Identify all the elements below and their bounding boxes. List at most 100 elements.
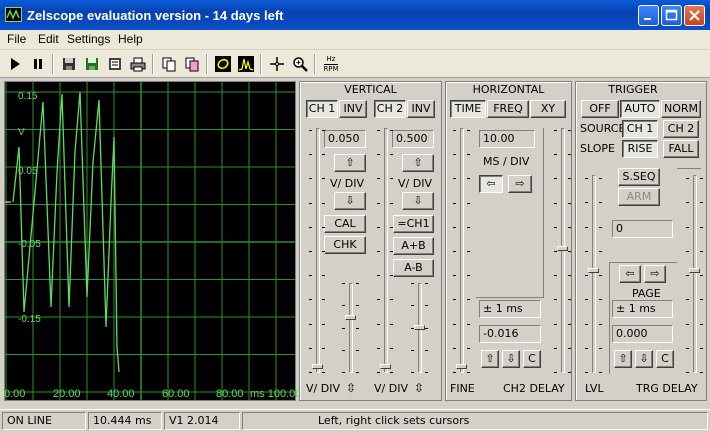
ch1-fine-thumb[interactable] [345, 315, 356, 320]
trigger-delay-thumb[interactable] [689, 268, 700, 273]
slope-fall-button[interactable]: FALL [663, 140, 699, 158]
tab-time[interactable]: TIME [450, 100, 486, 118]
page-right-button[interactable]: ⇨ [644, 265, 666, 283]
sseq-button[interactable]: S.SEQ [618, 168, 660, 186]
paste-icon[interactable] [181, 53, 203, 75]
copy-icon[interactable] [158, 53, 180, 75]
title-bar: Zelscope evaluation version - 14 days le… [0, 0, 710, 30]
trigger-auto-button[interactable]: AUTO [620, 100, 660, 118]
slider-tick [377, 347, 380, 349]
scope-display[interactable] [4, 81, 296, 401]
ch2-inv-button[interactable]: INV [407, 100, 435, 118]
delay-down-button[interactable]: ⇩ [502, 350, 520, 368]
slider-tick [411, 305, 414, 307]
y-tick-3: -0.15 [18, 314, 41, 325]
ch1-position-thumb[interactable] [312, 364, 323, 369]
arm-button[interactable]: ARM [618, 188, 660, 206]
save-as-icon[interactable] [81, 53, 103, 75]
trigger-level-thumb[interactable] [588, 268, 599, 273]
trigger-level-value: 0 [612, 220, 673, 238]
slope-rise-button[interactable]: RISE [622, 140, 658, 158]
a-plus-b-button[interactable]: A+B [393, 237, 434, 255]
slider-tick [342, 283, 345, 284]
pause-button[interactable] [27, 53, 49, 75]
slider-tick [309, 275, 312, 277]
slider-tick [377, 372, 380, 373]
scope-plot[interactable] [5, 82, 295, 400]
ch1-fine-slider[interactable] [349, 283, 353, 373]
trigger-norm-button[interactable]: NORM [661, 100, 701, 118]
trg-delay-down-button[interactable]: ⇩ [635, 350, 653, 368]
ch1-position-slider[interactable] [316, 128, 320, 373]
slider-tick [599, 202, 602, 204]
toolbar: Hz RPM [0, 50, 710, 78]
open-icon[interactable] [104, 53, 126, 75]
tab-freq[interactable]: FREQ [487, 100, 529, 118]
hz-rpm-button[interactable]: Hz RPM [320, 53, 342, 75]
cal-button[interactable]: CAL [324, 215, 366, 233]
slider-tick [425, 283, 428, 284]
menu-edit[interactable]: Edit [38, 32, 59, 46]
ch2-button[interactable]: CH 2 [374, 100, 406, 118]
slider-tick [700, 299, 703, 301]
menu-settings[interactable]: Settings [67, 32, 110, 46]
lvl-label: LVL [585, 382, 604, 395]
spectrum-icon[interactable] [235, 53, 257, 75]
slider-tick [585, 299, 588, 301]
eq-ch1-button[interactable]: =CH1 [393, 215, 434, 233]
minimize-button[interactable] [638, 5, 659, 26]
slider-tick [554, 130, 557, 131]
trg-delay-clear-button[interactable]: C [656, 350, 674, 368]
ch1-inv-button[interactable]: INV [339, 100, 367, 118]
zoom-icon[interactable] [289, 53, 311, 75]
cursor-crosshair-icon[interactable] [266, 53, 288, 75]
a-minus-b-button[interactable]: A-B [393, 259, 434, 277]
ch2-delay-thumb[interactable] [557, 246, 568, 251]
page-label: PAGE [632, 287, 661, 300]
slider-tick [554, 275, 557, 277]
chk-button[interactable]: CHK [324, 236, 366, 254]
slider-tick [411, 372, 414, 373]
trg-delay-up-button[interactable]: ⇧ [614, 350, 632, 368]
slider-tick [322, 251, 325, 252]
delay-up-button[interactable]: ⇧ [481, 350, 499, 368]
print-icon[interactable] [127, 53, 149, 75]
trigger-level-slider[interactable] [592, 175, 596, 373]
slider-tick [411, 283, 414, 284]
menu-help[interactable]: Help [118, 32, 143, 46]
fine-thumb[interactable] [456, 364, 467, 369]
source-ch2-button[interactable]: CH 2 [663, 120, 699, 138]
slider-tick [342, 349, 345, 351]
slider-tick [585, 372, 588, 373]
ch2-position-slider[interactable] [384, 128, 388, 373]
save-icon[interactable] [58, 53, 80, 75]
maximize-button[interactable] [661, 5, 682, 26]
slider-tick [700, 178, 703, 179]
ch1-button[interactable]: CH 1 [306, 100, 338, 118]
ch2-fine-thumb[interactable] [414, 325, 425, 330]
slider-tick [467, 178, 470, 180]
slider-tick [377, 251, 380, 252]
menu-file[interactable]: File [7, 32, 26, 46]
source-ch1-button[interactable]: CH 1 [622, 120, 658, 138]
fine-slider[interactable] [460, 128, 464, 373]
tab-xy[interactable]: XY [530, 100, 566, 118]
y-unit: V [18, 127, 25, 138]
slider-tick [686, 323, 689, 325]
ch1-vdiv-up-button[interactable]: ⇧ [334, 154, 366, 172]
trigger-off-button[interactable]: OFF [581, 100, 619, 118]
play-button[interactable] [4, 53, 26, 75]
ellipse-icon[interactable] [212, 53, 234, 75]
slider-tick [390, 372, 393, 373]
slider-tick [377, 130, 380, 131]
ch2-vdiv-up-button[interactable]: ⇧ [402, 154, 434, 172]
close-button[interactable] [684, 5, 705, 26]
trigger-delay-slider[interactable] [693, 175, 697, 373]
delay-clear-button[interactable]: C [523, 350, 541, 368]
page-left-button[interactable]: ⇦ [619, 265, 641, 283]
ch1-vdiv-down-button[interactable]: ⇩ [334, 192, 366, 210]
ch2-vdiv-down-button[interactable]: ⇩ [402, 192, 434, 210]
slider-tick [568, 323, 571, 325]
ch2-position-thumb[interactable] [380, 364, 391, 369]
slider-tick [568, 299, 571, 301]
